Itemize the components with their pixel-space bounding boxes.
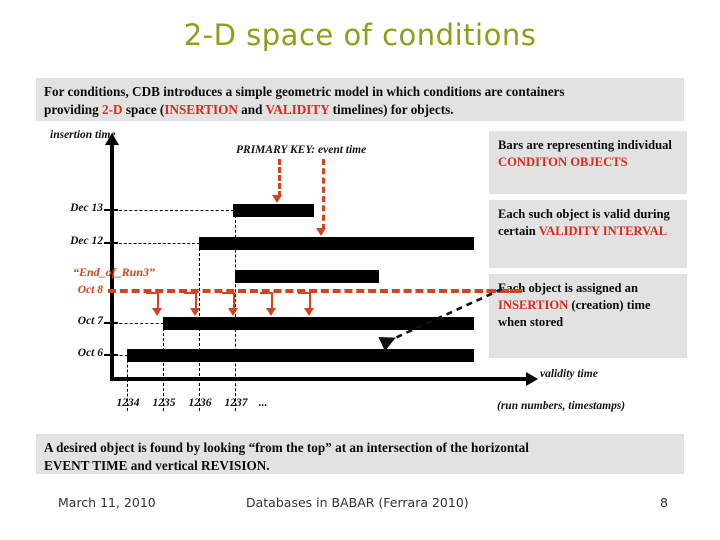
- bottom-line-1: A desired object is found by looking “fr…: [44, 440, 529, 455]
- y-tick-dec-13: Dec 13: [0, 202, 103, 216]
- y-tick-oct-8: Oct 8: [0, 284, 103, 298]
- leader-oct-6: [114, 355, 128, 356]
- intro-line-1: For conditions, CDB introduces a simple …: [44, 83, 676, 101]
- arrow-stem: [157, 292, 159, 309]
- bottom-callout: A desired object is found by looking “fr…: [36, 434, 684, 474]
- y-axis-label: insertion time: [50, 129, 116, 141]
- intro-line2-d: timelines) for objects.: [329, 102, 454, 117]
- y-tick-oct-6: Oct 6: [0, 347, 103, 361]
- page-title: 2-D space of conditions: [183, 18, 537, 52]
- footer-date: March 11, 2010: [58, 495, 156, 510]
- arrow-stem: [271, 292, 273, 309]
- insertion-time-axis: [110, 143, 114, 381]
- x-tick-1234: 1234: [116, 397, 140, 409]
- condition-object-bar: [233, 204, 314, 217]
- x-axis-label: validity time: [540, 368, 598, 380]
- intro-line2-b: space (: [122, 102, 165, 117]
- down-arrow-icon: [152, 308, 162, 316]
- y-tick-label: Oct 8: [77, 284, 103, 296]
- y-tick-dec-12: Dec 12: [0, 235, 103, 249]
- callout-validity-interval: Each such object is valid during certain…: [489, 200, 687, 268]
- intro-line2-c: and: [237, 102, 266, 117]
- validity-axis-arrowhead-icon: [526, 372, 538, 386]
- y-tick-oct-7: Oct 7: [0, 315, 103, 329]
- down-arrow-icon: [190, 308, 200, 316]
- intro-line2-a: providing: [44, 102, 103, 117]
- down-arrow-icon: [316, 228, 326, 236]
- bottom-line-2: EVENT TIME and vertical REVISION.: [44, 458, 270, 473]
- annotation-primary-key: PRIMARY KEY: event time: [236, 144, 367, 156]
- annotation-end-of-run3: “End_of_Run3”: [73, 265, 156, 279]
- arrow-stem: [195, 292, 197, 309]
- condition-object-bar: [235, 270, 379, 283]
- down-arrow-icon: [304, 308, 314, 316]
- arrow-stem: [233, 292, 235, 309]
- event-time-arrow-stem: [278, 159, 281, 197]
- x-tick-1237: 1237: [224, 397, 248, 409]
- callout-pointer-arrow-icon: [378, 287, 503, 351]
- callout-1-keyword: CONDITON OBJECTS: [498, 155, 628, 169]
- slide-root: 2-D space of conditions For conditions, …: [0, 0, 720, 540]
- x-tick-1235: 1235: [152, 397, 176, 409]
- condition-object-bar: [199, 237, 474, 250]
- intro-line1-text: For conditions, CDB introduces a simple …: [44, 84, 565, 99]
- x-tick-1236: 1236: [188, 397, 212, 409]
- event-time-arrow-stem: [322, 159, 325, 230]
- x-axis-tick-labels: 1234 1235 1236 1237 ...: [0, 397, 500, 413]
- footer-page-number: 8: [660, 495, 668, 510]
- intro-line-2: providing 2-D space (INSERTION and VALID…: [44, 101, 676, 119]
- down-arrow-icon: [266, 308, 276, 316]
- x-tick-ellipsis: ...: [258, 397, 268, 409]
- callout-bars-representing: Bars are representing individual CONDITO…: [489, 131, 687, 194]
- arrow-stem: [309, 292, 311, 309]
- callout-insertion-time: Each object is assigned an INSERTION (cr…: [489, 274, 687, 358]
- leader-dec-13: [114, 210, 234, 211]
- conditions-2d-diagram: insertion time validity time (run number…: [0, 125, 625, 415]
- leader-dec-12: [114, 243, 200, 244]
- validity-time-axis: [110, 377, 528, 381]
- callout-1-pre: Bars are representing individual: [498, 138, 672, 152]
- y-tick-label: Dec 13: [70, 202, 103, 214]
- intro-callout: For conditions, CDB introduces a simple …: [36, 78, 684, 121]
- intro-validity-keyword: VALIDITY: [265, 102, 330, 117]
- x-axis-sublabel: (run numbers, timestamps): [497, 400, 626, 412]
- footer-center-text: Databases in BABAR (Ferrara 2010): [246, 495, 469, 510]
- intro-insertion-keyword: INSERTION: [164, 102, 238, 117]
- y-tick-label: Oct 7: [77, 315, 103, 327]
- leader-oct-7: [114, 323, 164, 324]
- intro-2d-keyword: 2-D: [102, 102, 123, 117]
- down-arrow-icon: [228, 308, 238, 316]
- down-arrow-icon: [272, 195, 282, 203]
- y-tick-label: Oct 6: [77, 347, 103, 359]
- callout-2-keyword: VALIDITY INTERVAL: [538, 224, 668, 238]
- y-tick-label: Dec 12: [70, 235, 103, 247]
